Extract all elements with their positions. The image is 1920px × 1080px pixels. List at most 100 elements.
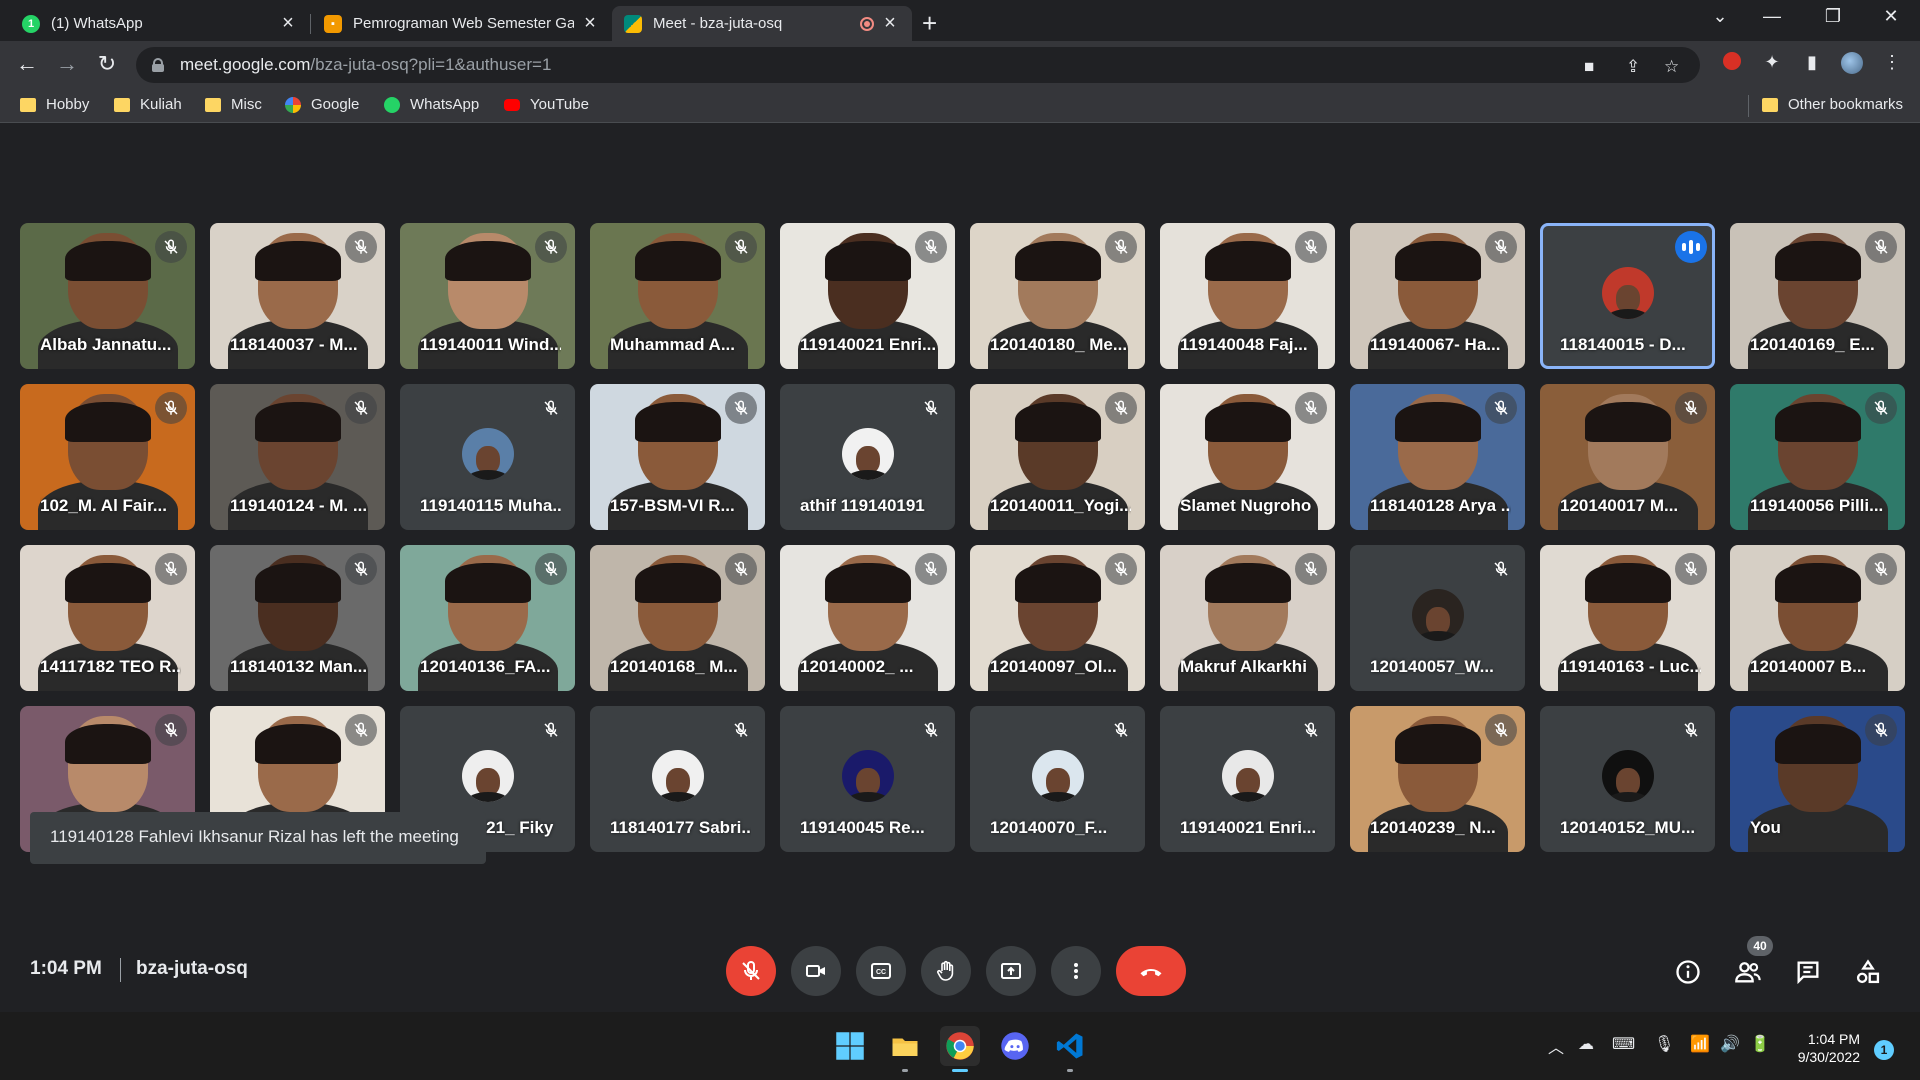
system-clock[interactable]: 1:04 PM 9/30/2022 xyxy=(1798,1030,1860,1066)
leave-call-button[interactable] xyxy=(1116,946,1186,996)
participant-tile[interactable]: Muhammad A... xyxy=(590,223,765,369)
participant-tile[interactable]: 119140056 Pilli... xyxy=(1730,384,1905,530)
participant-tile[interactable]: You xyxy=(1730,706,1905,852)
address-bar[interactable]: meet.google.com/bza-juta-osq?pli=1&authu… xyxy=(136,47,1700,83)
bookmark-google[interactable]: Google xyxy=(285,96,359,113)
reload-icon[interactable]: ↻ xyxy=(92,51,122,77)
extensions-puzzle-icon[interactable]: ✦ xyxy=(1759,52,1785,73)
participant-tile[interactable]: 120140017 M... xyxy=(1540,384,1715,530)
participant-tile[interactable]: 120140136_FA... xyxy=(400,545,575,691)
participant-tile[interactable]: 120140011_Yogi... xyxy=(970,384,1145,530)
participant-tile[interactable]: 120140180_ Me... xyxy=(970,223,1145,369)
participant-tile[interactable]: 120140239_ N... xyxy=(1350,706,1525,852)
present-screen-button[interactable] xyxy=(986,946,1036,996)
close-icon[interactable]: × xyxy=(880,12,900,35)
mic-off-icon xyxy=(1675,553,1707,585)
microphone-toggle-button[interactable] xyxy=(726,946,776,996)
forward-icon[interactable]: → xyxy=(52,51,82,77)
tab-whatsapp[interactable]: 1 (1) WhatsApp × xyxy=(10,6,310,41)
meeting-code[interactable]: bza-juta-osq xyxy=(136,958,248,980)
battery-icon[interactable]: 🔋 xyxy=(1750,1034,1770,1054)
share-icon[interactable]: ⇪ xyxy=(1626,57,1640,77)
participant-tile[interactable]: athif 119140191 xyxy=(780,384,955,530)
activities-button[interactable] xyxy=(1852,956,1884,988)
chat-button[interactable] xyxy=(1792,956,1824,988)
close-icon[interactable]: × xyxy=(580,12,600,35)
minimize-button[interactable]: — xyxy=(1752,6,1792,27)
maximize-button[interactable]: ❐ xyxy=(1813,6,1853,27)
close-icon[interactable]: × xyxy=(278,12,298,35)
notification-badge[interactable]: 1 xyxy=(1874,1040,1894,1060)
participant-tile[interactable]: 120140169_ E... xyxy=(1730,223,1905,369)
clock-time: 1:04 PM xyxy=(1807,1031,1860,1047)
new-tab-button[interactable]: + xyxy=(922,8,937,39)
participant-tile[interactable]: 157-BSM-VI R... xyxy=(590,384,765,530)
keyboard-icon[interactable]: ⌨ xyxy=(1612,1034,1635,1054)
start-button[interactable] xyxy=(830,1026,870,1066)
bookmark-star-icon[interactable]: ☆ xyxy=(1664,57,1679,77)
discord-app[interactable] xyxy=(995,1026,1035,1066)
participant-tile[interactable]: 119140115 Muha... xyxy=(400,384,575,530)
bookmark-hobby[interactable]: Hobby xyxy=(20,96,89,113)
participant-tile[interactable]: 120140007 B... xyxy=(1730,545,1905,691)
bookmark-youtube[interactable]: YouTube xyxy=(504,96,589,113)
chrome-app[interactable] xyxy=(940,1026,980,1072)
raise-hand-button[interactable] xyxy=(921,946,971,996)
tab-search-icon[interactable]: ⌄ xyxy=(1700,6,1740,27)
bookmark-label: Google xyxy=(311,96,360,113)
participant-tile[interactable]: 119140011 Wind... xyxy=(400,223,575,369)
mic-off-icon xyxy=(1485,392,1517,424)
participant-tile[interactable]: Slamet Nugroho xyxy=(1160,384,1335,530)
participant-tile[interactable]: 120140168_ M... xyxy=(590,545,765,691)
more-options-button[interactable] xyxy=(1051,946,1101,996)
bookmark-misc[interactable]: Misc xyxy=(205,96,262,113)
participant-hair xyxy=(634,401,721,442)
participant-tile[interactable]: 119140124 - M. ... xyxy=(210,384,385,530)
show-hidden-icons[interactable]: ︿ xyxy=(1548,1034,1564,1058)
tab-meet[interactable]: Meet - bza-juta-osq × xyxy=(612,6,912,41)
file-explorer-app[interactable] xyxy=(885,1026,925,1072)
wifi-icon[interactable]: 📶 xyxy=(1690,1034,1710,1054)
participant-tile[interactable]: 14117182 TEO R... xyxy=(20,545,195,691)
lock-icon[interactable] xyxy=(152,58,164,72)
vscode-app[interactable] xyxy=(1050,1026,1090,1072)
other-bookmarks[interactable]: Other bookmarks xyxy=(1762,96,1903,113)
participant-tile[interactable]: 120140152_MU... xyxy=(1540,706,1715,852)
participant-tile[interactable]: 119140021 Enri... xyxy=(1160,706,1335,852)
captions-button[interactable]: CC xyxy=(856,946,906,996)
profile-avatar[interactable] xyxy=(1839,52,1865,79)
participant-tile[interactable]: 120140002_ ... xyxy=(780,545,955,691)
participant-tile[interactable]: 120140057_W... xyxy=(1350,545,1525,691)
participant-name: 118140128 Arya ... xyxy=(1370,496,1511,515)
camera-icon[interactable]: ■ xyxy=(1584,57,1594,77)
participant-tile[interactable]: 102_M. Al Fair... xyxy=(20,384,195,530)
camera-toggle-button[interactable] xyxy=(791,946,841,996)
participant-tile[interactable]: 119140048 Faj... xyxy=(1160,223,1335,369)
participant-tile[interactable]: 119140163 - Luc... xyxy=(1540,545,1715,691)
participant-tile[interactable]: 118140015 - D... xyxy=(1540,223,1715,369)
participant-tile[interactable]: 119140067- Ha... xyxy=(1350,223,1525,369)
participant-tile[interactable]: 118140132 Man... xyxy=(210,545,385,691)
participant-tile[interactable]: 118140177 Sabri... xyxy=(590,706,765,852)
participant-tile[interactable]: 120140097_Ol... xyxy=(970,545,1145,691)
participant-tile[interactable]: 119140021 Enri... xyxy=(780,223,955,369)
participant-tile[interactable]: 118140037 - M... xyxy=(210,223,385,369)
meeting-details-button[interactable] xyxy=(1672,956,1704,988)
participant-tile[interactable]: 120140070_F... xyxy=(970,706,1145,852)
close-window-button[interactable]: ✕ xyxy=(1871,6,1911,27)
microphone-icon[interactable]: 🎙 xyxy=(1654,1034,1674,1054)
back-icon[interactable]: ← xyxy=(12,51,42,77)
participant-tile[interactable]: 118140128 Arya ... xyxy=(1350,384,1525,530)
people-button[interactable] xyxy=(1732,956,1764,988)
onedrive-icon[interactable]: ☁ xyxy=(1578,1034,1594,1054)
volume-icon[interactable]: 🔊 xyxy=(1720,1034,1740,1054)
extension-red-icon[interactable] xyxy=(1719,52,1745,75)
bookmark-kuliah[interactable]: Kuliah xyxy=(114,96,182,113)
menu-dots-icon[interactable]: ⋮ xyxy=(1879,52,1905,73)
tab-classroom[interactable]: ▪ Pemrograman Web Semester Gan × xyxy=(312,6,612,41)
bookmark-whatsapp[interactable]: WhatsApp xyxy=(384,96,479,113)
participant-tile[interactable]: Albab Jannatu... xyxy=(20,223,195,369)
side-panel-icon[interactable]: ▮ xyxy=(1799,52,1825,73)
participant-tile[interactable]: 119140045 Re... xyxy=(780,706,955,852)
participant-tile[interactable]: Makruf Alkarkhi xyxy=(1160,545,1335,691)
